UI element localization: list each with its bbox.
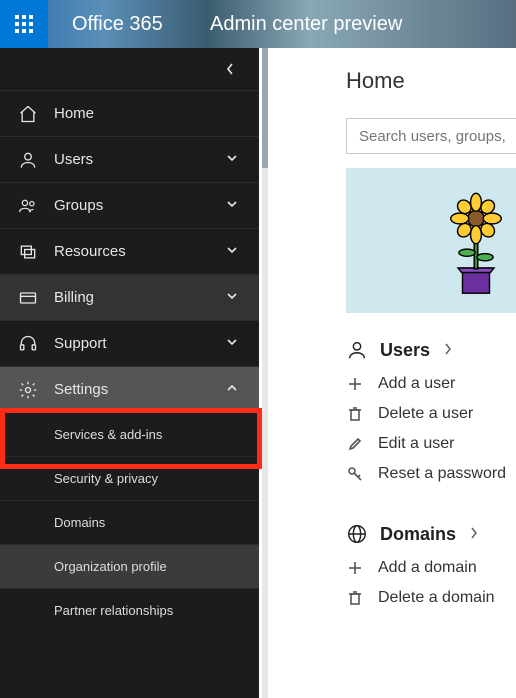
- nav-settings-services[interactable]: Services & add-ins: [0, 412, 259, 456]
- link-label: Reset a password: [378, 465, 506, 483]
- product-name: Office 365: [72, 13, 163, 36]
- domains-section: Domains Add a domain Delete a domain: [346, 523, 516, 607]
- nav-settings-label: Settings: [54, 381, 225, 398]
- nav-sub-label: Services & add-ins: [54, 427, 162, 442]
- nav-settings-partners[interactable]: Partner relationships: [0, 588, 259, 632]
- top-banner: Office 365 Admin center preview: [0, 0, 516, 48]
- nav-sub-label: Partner relationships: [54, 603, 173, 618]
- chevron-down-icon: [225, 197, 239, 211]
- key-icon: [347, 466, 363, 482]
- link-label: Delete a user: [378, 405, 473, 423]
- chevron-down-icon: [225, 151, 239, 165]
- nav-support[interactable]: Support: [0, 320, 259, 366]
- main-content: Home: [268, 48, 516, 698]
- delete-domain-link[interactable]: Delete a domain: [346, 589, 516, 607]
- users-section-header[interactable]: Users: [346, 339, 516, 361]
- reset-password-link[interactable]: Reset a password: [346, 465, 516, 483]
- trash-icon: [347, 406, 363, 422]
- chevron-right-icon: [442, 342, 454, 356]
- billing-icon: [18, 288, 38, 308]
- nav-settings-orgprofile[interactable]: Organization profile: [0, 544, 259, 588]
- support-icon: [18, 334, 38, 354]
- chevron-down-icon: [225, 243, 239, 257]
- app-launcher-button[interactable]: [0, 0, 48, 48]
- delete-user-link[interactable]: Delete a user: [346, 405, 516, 423]
- users-section: Users Add a user Delete a user Edit a us…: [346, 339, 516, 483]
- domains-section-header[interactable]: Domains: [346, 523, 516, 545]
- nav-home-label: Home: [54, 105, 241, 122]
- waffle-icon: [15, 15, 33, 33]
- link-label: Edit a user: [378, 435, 454, 453]
- nav-sub-label: Domains: [54, 515, 105, 530]
- left-nav: Home Users Groups Resources Billing Supp…: [0, 48, 259, 698]
- link-label: Delete a domain: [378, 589, 495, 607]
- nav-settings-security[interactable]: Security & privacy: [0, 456, 259, 500]
- collapse-nav-button[interactable]: [0, 48, 259, 90]
- plus-icon: [347, 376, 363, 392]
- domains-section-title: Domains: [380, 524, 456, 545]
- groups-icon: [18, 196, 38, 216]
- add-user-link[interactable]: Add a user: [346, 375, 516, 393]
- gear-icon: [18, 380, 38, 400]
- chevron-right-icon: [468, 526, 480, 540]
- user-icon: [346, 339, 368, 361]
- nav-users-label: Users: [54, 151, 225, 168]
- nav-resources-label: Resources: [54, 243, 225, 260]
- nav-groups-label: Groups: [54, 197, 225, 214]
- nav-groups[interactable]: Groups: [0, 182, 259, 228]
- chevron-left-icon: [225, 62, 235, 76]
- user-icon: [18, 150, 38, 170]
- plus-icon: [347, 560, 363, 576]
- nav-settings-domains[interactable]: Domains: [0, 500, 259, 544]
- chevron-down-icon: [225, 289, 239, 303]
- hero-card: [346, 168, 516, 313]
- app-root: { "banner": { "product": "Office 365", "…: [0, 0, 516, 698]
- nav-settings[interactable]: Settings: [0, 366, 259, 412]
- nav-support-label: Support: [54, 335, 225, 352]
- link-label: Add a domain: [378, 559, 477, 577]
- area-title: Admin center preview: [210, 13, 402, 36]
- resources-icon: [18, 242, 38, 262]
- search-input[interactable]: [346, 118, 516, 154]
- link-label: Add a user: [378, 375, 455, 393]
- users-section-title: Users: [380, 340, 430, 361]
- chevron-up-icon: [225, 381, 239, 395]
- trash-icon: [347, 590, 363, 606]
- page-title: Home: [346, 68, 516, 94]
- nav-resources[interactable]: Resources: [0, 228, 259, 274]
- add-domain-link[interactable]: Add a domain: [346, 559, 516, 577]
- nav-billing[interactable]: Billing: [0, 274, 259, 320]
- nav-users[interactable]: Users: [0, 136, 259, 182]
- globe-icon: [346, 523, 368, 545]
- nav-home[interactable]: Home: [0, 90, 259, 136]
- nav-billing-label: Billing: [54, 289, 225, 306]
- edit-user-link[interactable]: Edit a user: [346, 435, 516, 453]
- nav-sub-label: Organization profile: [54, 559, 167, 574]
- pencil-icon: [347, 436, 363, 452]
- nav-sub-label: Security & privacy: [54, 471, 158, 486]
- home-icon: [18, 104, 38, 124]
- chevron-down-icon: [225, 335, 239, 349]
- flower-illustration-icon: [431, 181, 516, 301]
